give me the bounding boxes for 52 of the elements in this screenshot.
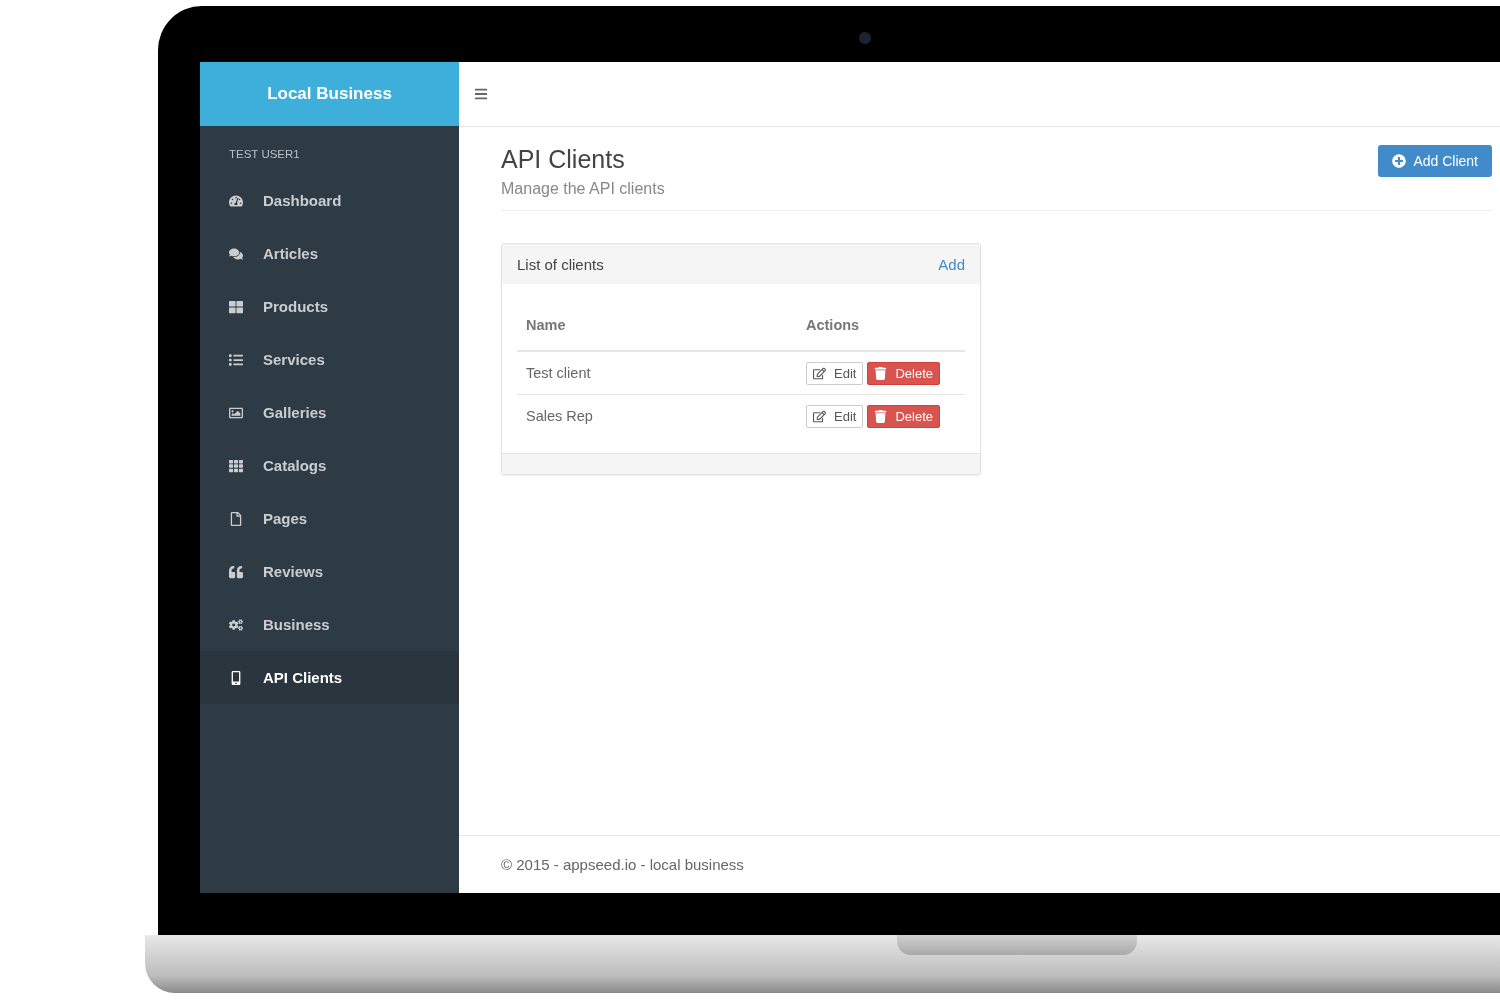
sidebar-item-label: Catalogs: [263, 457, 327, 474]
sidebar-item[interactable]: Services: [200, 333, 459, 386]
trash-icon: [874, 409, 888, 423]
edit-icon: [813, 366, 826, 380]
menu-icon[interactable]: [474, 87, 488, 101]
edit-icon: [813, 409, 826, 423]
camera-icon: [859, 32, 871, 44]
grid-icon: [229, 458, 243, 473]
page-subtitle: Manage the API clients: [501, 180, 665, 198]
edit-button[interactable]: Edit: [806, 404, 864, 428]
delete-button[interactable]: Delete: [867, 404, 940, 428]
sidebar-item[interactable]: Reviews: [200, 545, 459, 598]
sidebar-item-label: Business: [263, 616, 330, 633]
footer-text: © 2015 - appseed.io - local business: [501, 856, 744, 873]
sidebar-item[interactable]: API Clients: [200, 651, 459, 704]
chat-bubbles-icon: [229, 246, 243, 261]
sidebar-item[interactable]: Pages: [200, 492, 459, 545]
quote-icon: [229, 564, 243, 579]
table-cell-text: Sales Rep: [526, 408, 594, 424]
table-cell-text: Test client: [526, 365, 592, 381]
gears-icon: [229, 617, 243, 632]
edit-button[interactable]: Edit: [806, 361, 864, 385]
brand-logo: Local Business: [200, 62, 459, 126]
trash-icon: [874, 366, 888, 380]
phone-icon: [229, 670, 243, 685]
sidebar-item[interactable]: Catalogs: [200, 439, 459, 492]
user-name: TEST USER1: [228, 147, 301, 162]
sidebar-item-label: Products: [263, 298, 328, 315]
sidebar-item[interactable]: Galleries: [200, 386, 459, 439]
page-title: API Clients: [501, 145, 626, 174]
sidebar-item[interactable]: Articles: [200, 227, 459, 280]
image-icon: [229, 405, 243, 420]
sidebar-item-label: Services: [263, 351, 325, 368]
sidebar-item-label: Pages: [263, 510, 308, 527]
column-header: Name: [526, 317, 567, 333]
add-client-button[interactable]: Add Client: [1378, 145, 1492, 177]
sidebar-item-label: Galleries: [263, 404, 327, 421]
column-header: Actions: [806, 317, 861, 333]
grid-icon: [229, 299, 243, 314]
sidebar-item[interactable]: Dashboard: [200, 174, 459, 227]
gauge-icon: [229, 193, 243, 208]
delete-button[interactable]: Delete: [867, 361, 940, 385]
panel-title: List of clients: [517, 255, 604, 273]
file-icon: [229, 511, 243, 526]
plus-icon: [1392, 154, 1407, 168]
sidebar-item-label: Articles: [263, 245, 319, 262]
sidebar-item[interactable]: Business: [200, 598, 459, 651]
sidebar-item-label: Reviews: [263, 563, 324, 580]
sidebar-item-label: API Clients: [263, 669, 343, 686]
sidebar-item-label: Dashboard: [263, 192, 342, 209]
sidebar-item[interactable]: Products: [200, 280, 459, 333]
list-icon: [229, 352, 243, 367]
